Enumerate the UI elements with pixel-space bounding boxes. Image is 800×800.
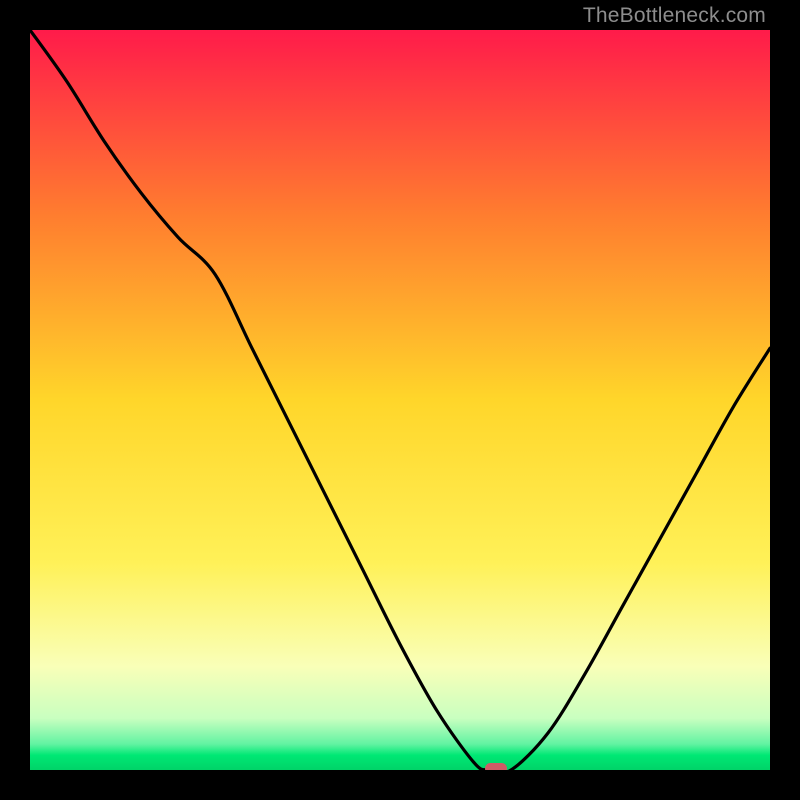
background-gradient — [30, 30, 770, 770]
plot-area — [30, 30, 770, 770]
watermark-text: TheBottleneck.com — [583, 4, 766, 28]
chart-frame: TheBottleneck.com — [0, 0, 800, 800]
minimum-marker-icon — [485, 763, 507, 770]
